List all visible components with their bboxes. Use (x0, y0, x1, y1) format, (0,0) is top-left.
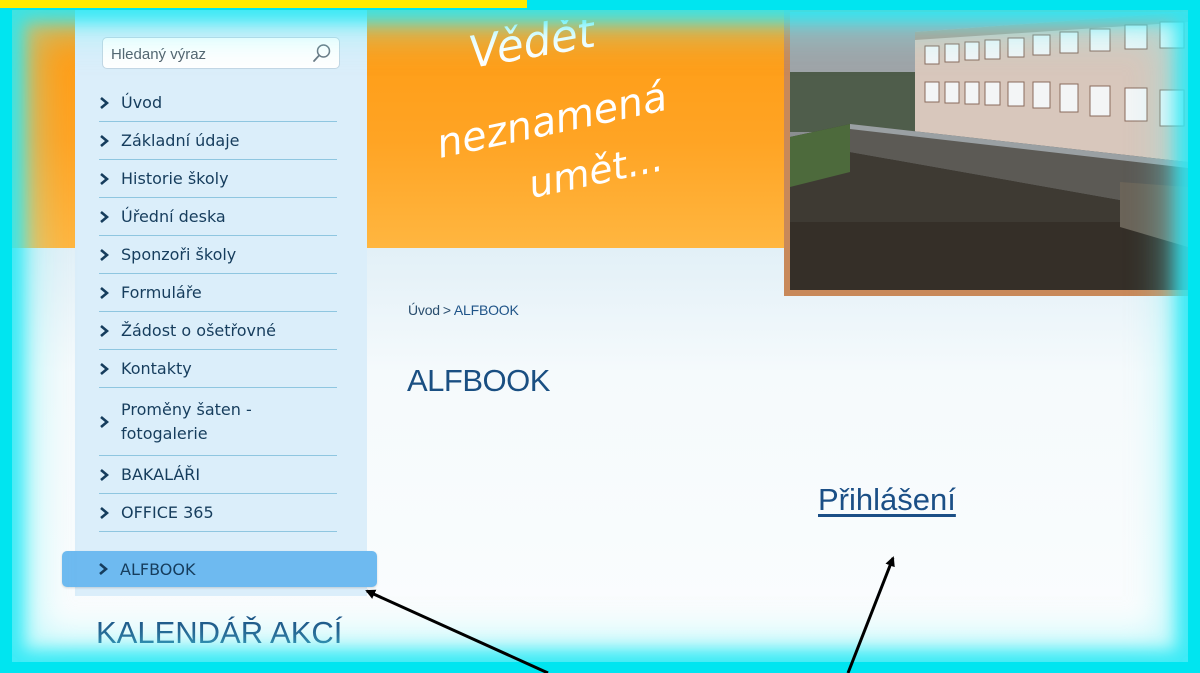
sidebar-item-uredni-deska[interactable]: Úřední deska (99, 198, 337, 236)
sidebar-item-label: BAKALÁŘI (121, 465, 201, 484)
sidebar-item-uvod[interactable]: Úvod (99, 84, 337, 122)
sidebar-item-label: Základní údaje (121, 131, 240, 150)
chevron-right-icon (99, 248, 115, 261)
chevron-right-icon (99, 172, 115, 185)
sidebar-item-office-365[interactable]: OFFICE 365 (99, 494, 337, 532)
sidebar-item-kontakty[interactable]: Kontakty (99, 350, 337, 388)
breadcrumb-separator: > (442, 302, 451, 318)
sidebar-item-formulare[interactable]: Formuláře (99, 274, 337, 312)
search-icon[interactable] (312, 43, 332, 63)
chevron-right-icon (99, 324, 115, 337)
sidebar-item-bakalari[interactable]: BAKALÁŘI (99, 456, 337, 494)
sidebar-item-sponzori-skoly[interactable]: Sponzoři školy (99, 236, 337, 274)
highlight-strip (0, 0, 527, 8)
sidebar-item-label: OFFICE 365 (121, 503, 214, 522)
sidebar-item-zakladni-udaje[interactable]: Základní údaje (99, 122, 337, 160)
sidebar-item-label-line1: Proměny šaten - (121, 399, 252, 419)
sidebar-item-historie-skoly[interactable]: Historie školy (99, 160, 337, 198)
sidebar-item-label: Úřední deska (121, 207, 226, 226)
sidebar-item-promeny-saten[interactable]: Proměny šaten - fotogalerie (99, 388, 337, 456)
chevron-right-icon (99, 468, 115, 481)
sidebar-item-label-line2: fotogalerie (121, 423, 208, 443)
breadcrumb-current: ALFBOOK (453, 302, 519, 318)
sidebar-item-label: ALFBOOK (120, 559, 196, 579)
slogan-line-1: Vědět (465, 20, 600, 79)
search-input[interactable] (109, 38, 303, 70)
breadcrumb-home-link[interactable]: Úvod (408, 302, 440, 318)
sidebar-item-label: Historie školy (121, 169, 229, 188)
chevron-right-icon (99, 134, 115, 147)
search-box (102, 37, 340, 70)
chevron-right-icon (99, 210, 115, 223)
chevron-right-icon (99, 415, 115, 428)
sidebar-item-label: Sponzoři školy (121, 245, 237, 264)
login-link[interactable]: Přihlášení (818, 482, 956, 518)
sidebar: Úvod Základní údaje Historie školy Úředn… (62, 10, 377, 596)
slogan-line-3: umět... (525, 136, 667, 207)
webpage-frame: Vědět neznamená umět... Hledaný výraz Úv… (12, 10, 1188, 662)
page-title: ALFBOOK (407, 363, 550, 398)
school-building-photo (784, 10, 1188, 296)
calendar-heading: KALENDÁŘ AKCÍ (96, 615, 343, 650)
slogan-graphic: Vědět neznamená umět... (433, 20, 672, 207)
sidebar-item-zadost-o-osetrovne[interactable]: Žádost o ošetřovné (99, 312, 337, 350)
sidebar-item-label: Kontakty (121, 359, 192, 378)
breadcrumb: Úvod > ALFBOOK (408, 302, 519, 318)
chevron-right-icon (99, 286, 115, 299)
sidebar-item-label: Formuláře (121, 283, 202, 302)
sidebar-item-alfbook[interactable]: ALFBOOK (62, 551, 377, 587)
chevron-right-icon (99, 362, 115, 375)
chevron-right-icon (99, 96, 115, 109)
chevron-right-icon (99, 506, 115, 519)
chevron-right-icon (98, 563, 114, 575)
sidebar-menu: Úvod Základní údaje Historie školy Úředn… (62, 84, 377, 587)
sidebar-item-label: Žádost o ošetřovné (121, 321, 276, 340)
sidebar-item-label: Úvod (121, 93, 163, 112)
sidebar-item-label: Proměny šaten - fotogalerie (121, 398, 252, 446)
